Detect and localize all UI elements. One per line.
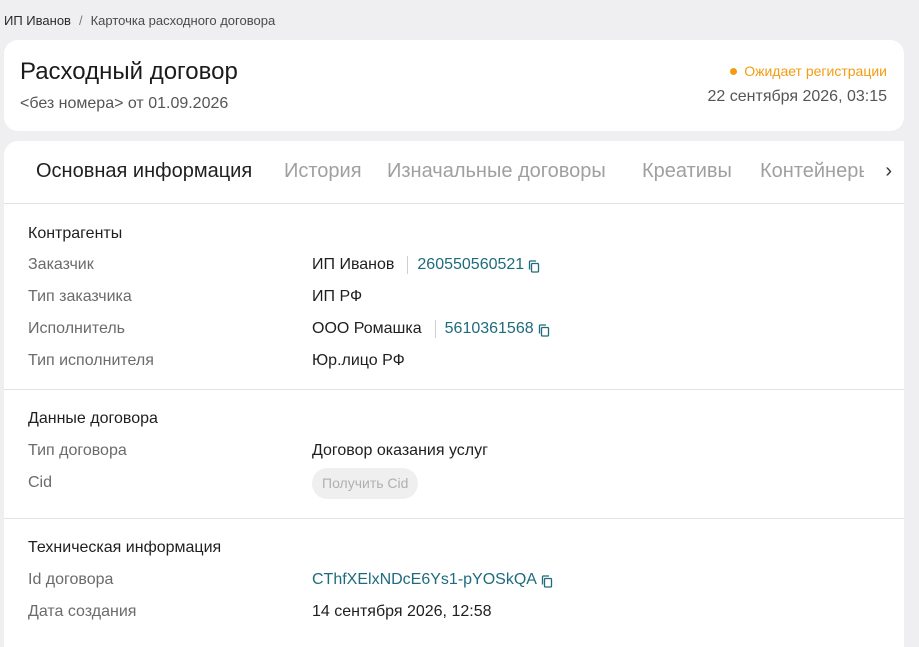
copy-icon[interactable] — [528, 259, 540, 273]
copy-icon[interactable] — [538, 323, 550, 337]
value-divider — [407, 256, 409, 274]
value-divider — [434, 320, 436, 338]
tab-containers[interactable]: Контейнеры — [760, 160, 873, 183]
breadcrumb: ИП Иванов / Карточка расходного договора — [4, 13, 275, 28]
status-badge: Ожидает регистрации — [730, 63, 887, 79]
tab-original-contracts[interactable]: Изначальные договоры — [387, 160, 606, 183]
customer-inn[interactable]: 260550560521 — [417, 256, 524, 274]
section-contract-data: Данные договора Тип договора Договор ока… — [4, 390, 904, 519]
created-date-value: 14 сентября 2026, 12:58 — [312, 603, 492, 620]
contract-type-label: Тип договора — [28, 442, 127, 459]
status-dot-icon — [730, 67, 738, 75]
tab-bar: Основная информация История Изначальные … — [4, 141, 904, 204]
customer-type-label: Тип заказчика — [28, 288, 132, 305]
contract-type-value: Договор оказания услуг — [312, 442, 488, 459]
page-subtitle: <без номера> от 01.09.2026 — [20, 95, 229, 112]
row-customer: Заказчик ИП Иванов 260550560521 — [28, 256, 888, 280]
breadcrumb-separator: / — [78, 13, 83, 28]
tabs-fade — [864, 141, 904, 203]
cid-label: Cid — [28, 474, 53, 491]
status-text: Ожидает регистрации — [744, 63, 887, 79]
row-executor: Исполнитель ООО Ромашка 5610361568 — [28, 320, 888, 344]
section-title-counterparties: Контрагенты — [28, 225, 123, 242]
section-counterparties: Контрагенты Заказчик ИП Иванов 260550560… — [4, 204, 904, 390]
tab-main-info[interactable]: Основная информация — [36, 160, 252, 183]
executor-label: Исполнитель — [28, 320, 126, 337]
row-created-date: Дата создания 14 сентября 2026, 12:58 — [28, 603, 888, 627]
header-datetime: 22 сентября 2026, 03:15 — [707, 88, 887, 105]
customer-label: Заказчик — [28, 256, 94, 273]
contract-id-label: Id договора — [28, 571, 114, 588]
customer-type-value: ИП РФ — [312, 288, 363, 305]
executor-inn[interactable]: 5610361568 — [445, 320, 534, 338]
customer-value: ИП Иванов 260550560521 — [312, 256, 540, 274]
tab-creatives[interactable]: Креативы — [642, 160, 732, 183]
executor-name: ООО Ромашка — [312, 320, 422, 337]
copy-icon[interactable] — [541, 574, 553, 588]
executor-value: ООО Ромашка 5610361568 — [312, 320, 550, 338]
customer-name: ИП Иванов — [312, 256, 395, 273]
row-cid: Cid Получить Cid — [28, 468, 888, 499]
section-title-tech-info: Техническая информация — [28, 539, 222, 556]
contract-id[interactable]: CThfXElxNDcE6Ys1-pYOSkQA — [312, 571, 537, 589]
header-card: Расходный договор <без номера> от 01.09.… — [4, 40, 904, 131]
main-card: Основная информация История Изначальные … — [4, 141, 904, 647]
created-date-label: Дата создания — [28, 603, 137, 620]
section-tech-info: Техническая информация Id договора CThfX… — [4, 519, 904, 647]
page-title: Расходный договор — [20, 58, 238, 85]
row-executor-type: Тип исполнителя Юр.лицо РФ — [28, 352, 888, 376]
tab-history[interactable]: История — [284, 160, 362, 183]
executor-type-label: Тип исполнителя — [28, 352, 154, 369]
row-contract-id: Id договора CThfXElxNDcE6Ys1-pYOSkQA — [28, 571, 888, 595]
chevron-right-icon[interactable]: › — [885, 160, 892, 183]
get-cid-button[interactable]: Получить Cid — [312, 468, 419, 499]
breadcrumb-root[interactable]: ИП Иванов — [4, 13, 71, 28]
breadcrumb-current: Карточка расходного договора — [90, 13, 276, 28]
contract-id-value: CThfXElxNDcE6Ys1-pYOSkQA — [312, 571, 553, 589]
row-customer-type: Тип заказчика ИП РФ — [28, 288, 888, 312]
row-contract-type: Тип договора Договор оказания услуг — [28, 442, 888, 466]
executor-type-value: Юр.лицо РФ — [312, 352, 405, 369]
section-title-contract-data: Данные договора — [28, 410, 158, 427]
